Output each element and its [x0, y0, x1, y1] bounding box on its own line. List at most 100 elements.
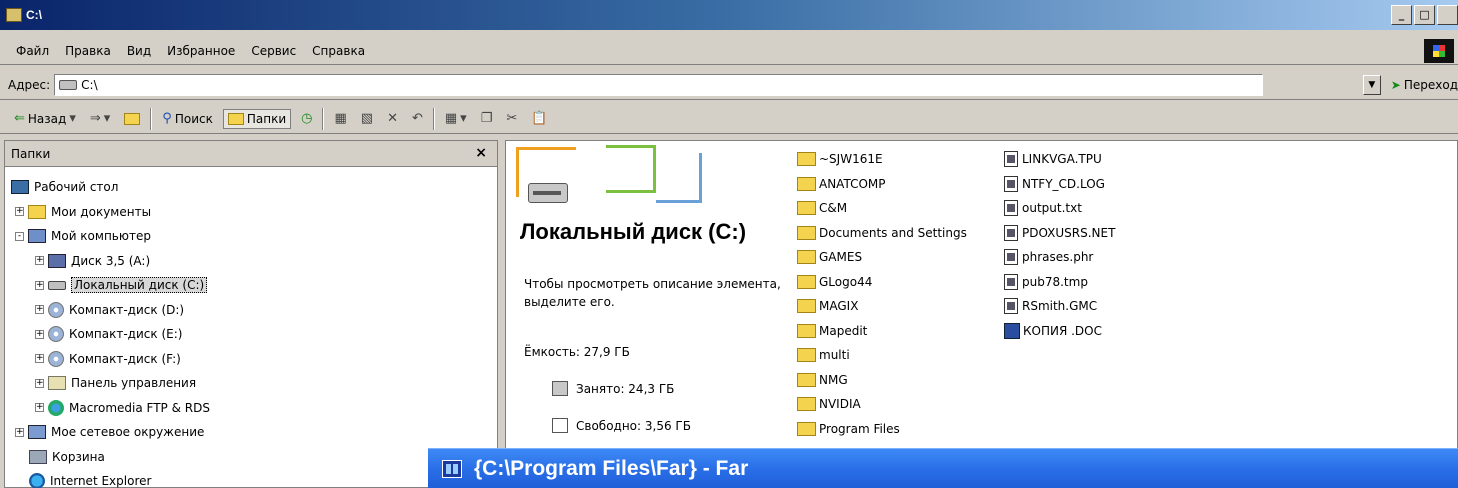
expand-plus-icon[interactable]: + — [35, 378, 44, 388]
menu-help[interactable]: Справка — [304, 44, 373, 58]
back-label: Назад — [27, 111, 67, 126]
tree-item-control-panel[interactable]: + Панель управления — [5, 371, 497, 396]
my-documents-icon — [28, 204, 46, 219]
list-item[interactable]: Program Files — [797, 417, 967, 442]
expand-plus-icon[interactable]: + — [35, 329, 44, 339]
toolbar-separator — [432, 107, 435, 130]
tree-item-label: Диск 3,5 (A:) — [71, 253, 151, 268]
list-item[interactable]: NMG — [797, 368, 967, 393]
tree-item-my-documents[interactable]: + Мои документы — [5, 200, 497, 225]
scissors-icon: ✂ — [506, 111, 518, 126]
expand-plus-icon[interactable]: + — [35, 256, 44, 266]
search-button[interactable]: ⚲ Поиск — [158, 109, 217, 128]
folders-icon — [227, 112, 244, 125]
list-item[interactable]: MAGIX — [797, 294, 967, 319]
maximize-button[interactable]: □ — [1414, 5, 1435, 25]
expand-plus-icon[interactable]: + — [35, 305, 44, 315]
search-icon: ⚲ — [162, 111, 172, 126]
item-name: PDOXUSRS.NET — [1022, 225, 1116, 240]
expand-plus-icon[interactable]: + — [15, 427, 24, 437]
tree-item-label: Панель управления — [71, 376, 197, 391]
tree-item-label: Мои документы — [51, 204, 152, 219]
window-controls: _ □ — [1391, 5, 1458, 25]
folders-panel-close-icon[interactable]: × — [475, 145, 487, 161]
cut-button[interactable]: ✂ — [502, 109, 521, 128]
item-name: RSmith.GMC — [1022, 299, 1098, 314]
up-folder-button[interactable] — [120, 111, 144, 127]
tree-item-floppy-a[interactable]: + Диск 3,5 (A:) — [5, 249, 497, 274]
list-item[interactable]: PDOXUSRS.NET — [1004, 221, 1115, 246]
list-item[interactable]: NVIDIA — [797, 392, 967, 417]
item-name: ANATCOMP — [819, 176, 886, 191]
hard-drive-icon — [528, 183, 568, 203]
list-item[interactable]: RSmith.GMC — [1004, 294, 1115, 319]
menu-view[interactable]: Вид — [119, 44, 159, 58]
menu-tools[interactable]: Сервис — [243, 44, 304, 58]
expand-plus-icon[interactable]: + — [15, 207, 24, 217]
folders-label: Папки — [246, 111, 287, 126]
tree-item-recycle-bin[interactable]: Корзина — [5, 445, 497, 470]
list-item[interactable]: ~SJW161E — [797, 147, 967, 172]
minimize-button[interactable]: _ — [1391, 5, 1412, 25]
folders-button[interactable]: Папки — [222, 108, 292, 129]
item-name: GLogo44 — [819, 274, 873, 289]
list-item[interactable]: C&M — [797, 196, 967, 221]
tree-item-cd-d[interactable]: + Компакт-диск (D:) — [5, 298, 497, 323]
undo-button[interactable]: ↶ — [408, 109, 427, 128]
list-item[interactable]: pub78.tmp — [1004, 270, 1115, 295]
address-input[interactable]: C:\ — [54, 73, 1263, 96]
expand-plus-icon[interactable]: + — [35, 354, 44, 364]
tree-item-macromedia-ftp[interactable]: + Macromedia FTP & RDS — [5, 396, 497, 421]
list-item[interactable]: phrases.phr — [1004, 245, 1115, 270]
copy-button[interactable]: ❐ — [477, 109, 497, 128]
list-item[interactable]: ANATCOMP — [797, 172, 967, 197]
list-item[interactable]: output.txt — [1004, 196, 1115, 221]
tree-item-cd-e[interactable]: + Компакт-диск (E:) — [5, 322, 497, 347]
expand-plus-icon[interactable]: + — [35, 280, 44, 290]
tree-item-my-computer[interactable]: - Мой компьютер — [5, 224, 497, 249]
far-window-titlebar[interactable]: {C:\Program Files\Far} - Far — [428, 448, 1458, 488]
go-button[interactable]: ➤ Переход — [1391, 78, 1458, 92]
tree-item-cd-f[interactable]: + Компакт-диск (F:) — [5, 347, 497, 372]
list-item[interactable]: КОПИЯ .DOC — [1004, 319, 1115, 344]
tree-item-local-disk-c[interactable]: + Локальный диск (C:) — [5, 273, 497, 298]
tree-item-network[interactable]: + Мое сетевое окружение — [5, 420, 497, 445]
address-dropdown-button[interactable]: ▼ — [1362, 74, 1381, 95]
cd-drive-icon — [48, 301, 64, 318]
menu-favorites[interactable]: Избранное — [159, 44, 243, 58]
item-name: NTFY_CD.LOG — [1022, 176, 1105, 191]
list-item[interactable]: LINKVGA.TPU — [1004, 147, 1115, 172]
folder-icon — [797, 201, 816, 216]
window-title: C:\ — [26, 8, 42, 22]
close-button[interactable] — [1437, 5, 1458, 25]
copy-to-button[interactable]: ▧ — [357, 109, 377, 128]
tree-item-desktop[interactable]: Рабочий стол — [5, 175, 497, 200]
windows-logo-icon — [1424, 39, 1454, 63]
recycle-bin-icon — [29, 449, 47, 464]
banner-decoration — [656, 153, 702, 203]
list-item[interactable]: GAMES — [797, 245, 967, 270]
list-item[interactable]: multi — [797, 343, 967, 368]
collapse-minus-icon[interactable]: - — [15, 231, 24, 241]
list-item[interactable]: Mapedit — [797, 319, 967, 344]
cd-drive-icon — [48, 326, 64, 343]
list-item[interactable]: Documents and Settings — [797, 221, 967, 246]
delete-button[interactable]: ✕ — [383, 109, 402, 128]
folder-icon — [797, 250, 816, 265]
list-item[interactable]: GLogo44 — [797, 270, 967, 295]
back-button[interactable]: ⇐ Назад ▾ — [10, 109, 80, 128]
list-item[interactable]: NTFY_CD.LOG — [1004, 172, 1115, 197]
history-button[interactable]: ◷ — [297, 109, 316, 128]
expand-plus-icon[interactable]: + — [35, 403, 44, 413]
menu-edit[interactable]: Правка — [57, 44, 119, 58]
move-to-button[interactable]: ▦ — [330, 109, 350, 128]
menu-file[interactable]: Файл — [8, 44, 57, 58]
forward-arrow-icon: ⇒ — [89, 111, 101, 126]
tree-item-internet-explorer[interactable]: Internet Explorer — [5, 469, 497, 488]
views-button[interactable]: ▦ ▾ — [441, 109, 471, 128]
folder-icon — [797, 176, 816, 191]
chevron-down-icon: ▾ — [69, 111, 76, 126]
paste-button[interactable]: 📋 — [527, 109, 551, 128]
forward-button[interactable]: ⇒ ▾ — [86, 109, 114, 128]
title-bar[interactable]: C:\ _ □ — [0, 0, 1458, 30]
